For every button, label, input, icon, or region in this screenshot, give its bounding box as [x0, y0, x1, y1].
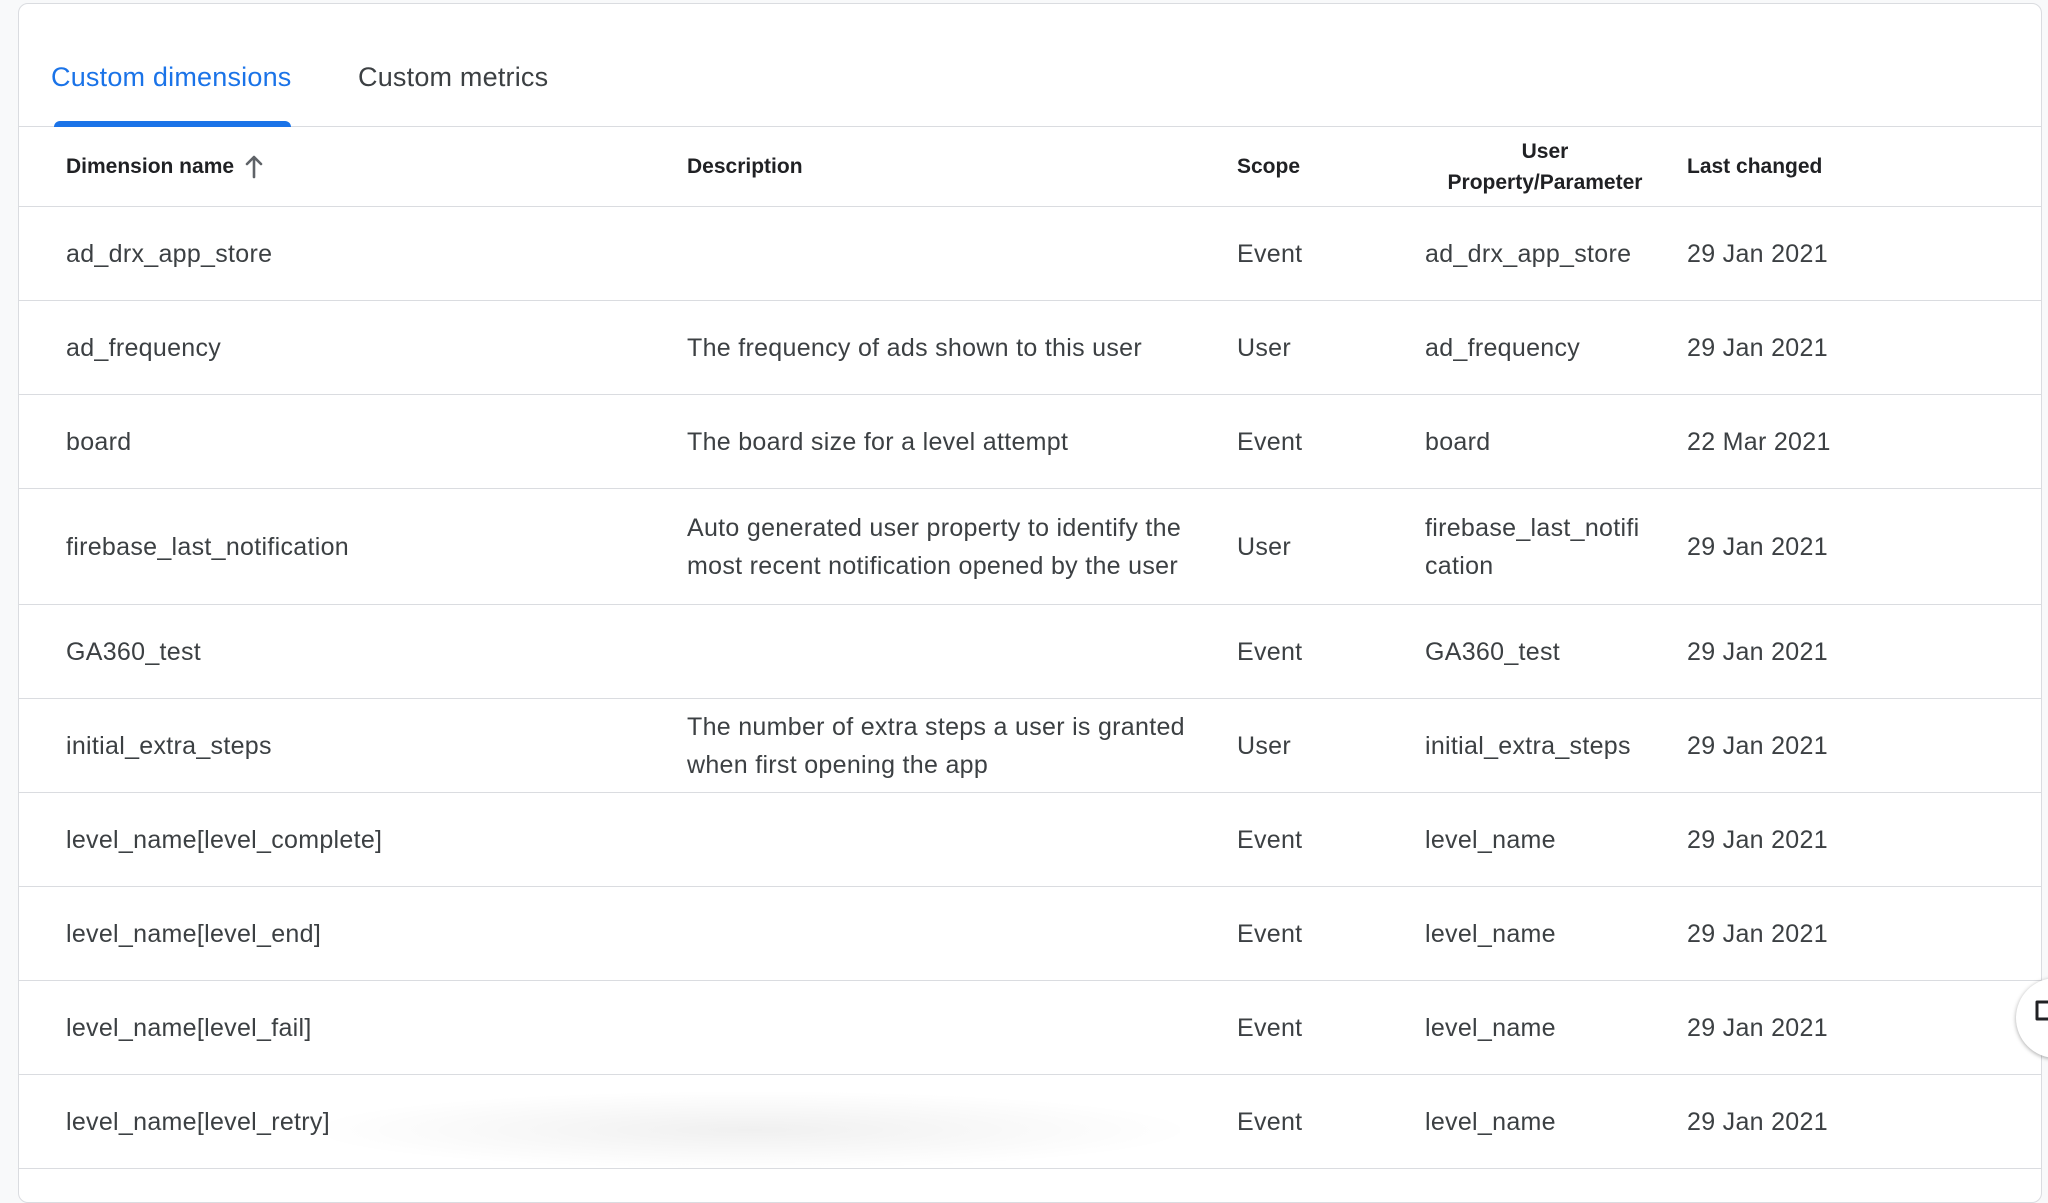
table-row[interactable]: level_name[level_complete] Event level_n… [19, 793, 2041, 887]
last-changed-cell: 29 Jan 2021 [1687, 825, 1828, 854]
table-row[interactable]: GA360_test Event GA360_test 29 Jan 2021 [19, 605, 2041, 699]
last-changed-cell: 29 Jan 2021 [1687, 532, 1828, 561]
header-dimension-name-label: Dimension name [66, 155, 235, 178]
scope-cell: User [1237, 731, 1291, 760]
scope-cell: Event [1237, 637, 1303, 666]
description-cell [687, 1075, 1207, 1168]
dimension-name-cell: level_name[level_fail] [66, 1013, 312, 1042]
tab-custom-metrics[interactable]: Custom metrics [358, 62, 548, 93]
header-description: Description [687, 155, 803, 178]
header-user-property-parameter: User Property/Parameter [1405, 127, 1685, 207]
last-changed-cell: 29 Jan 2021 [1687, 1107, 1828, 1136]
dimension-name-cell: ad_frequency [66, 333, 222, 362]
scope-cell: User [1237, 333, 1291, 362]
dimension-name-cell: initial_extra_steps [66, 731, 272, 760]
table-header: Dimension name Description Scope User Pr… [19, 127, 2041, 207]
table-row[interactable]: ad_frequency The frequency of ads shown … [19, 301, 2041, 395]
parameter-cell: level_name [1425, 1013, 1556, 1042]
arrow-up-icon [244, 155, 264, 179]
scope-cell: Event [1237, 919, 1303, 948]
parameter-cell: board [1425, 427, 1491, 456]
dimension-name-cell: firebase_last_notification [66, 532, 349, 561]
description-cell: The number of extra steps a user is gran… [687, 712, 1185, 779]
dimension-name-cell: level_name[level_retry] [66, 1107, 330, 1136]
description-cell [687, 981, 1207, 1074]
parameter-cell: level_name [1425, 1107, 1556, 1136]
last-changed-cell: 29 Jan 2021 [1687, 1013, 1828, 1042]
description-cell: The board size for a level attempt [687, 427, 1069, 456]
tab-custom-dimensions[interactable]: Custom dimensions [51, 62, 292, 93]
description-cell: The frequency of ads shown to this user [687, 333, 1142, 362]
table-row[interactable]: firebase_last_notification Auto generate… [19, 489, 2041, 605]
parameter-cell: ad_drx_app_store [1425, 239, 1632, 268]
custom-definitions-card: Custom dimensions Custom metrics Dimensi… [18, 3, 2042, 1203]
header-param-line1: User [1521, 140, 1569, 163]
description-cell [687, 207, 1207, 300]
table-row[interactable]: initial_extra_steps The number of extra … [19, 699, 2041, 793]
last-changed-cell: 29 Jan 2021 [1687, 919, 1828, 948]
description-cell [687, 887, 1207, 980]
scope-cell: Event [1237, 1013, 1303, 1042]
table-body: ad_drx_app_store Event ad_drx_app_store … [19, 207, 2041, 1169]
scope-cell: Event [1237, 239, 1303, 268]
dimension-name-cell: board [66, 427, 132, 456]
header-dimension-name[interactable]: Dimension name [66, 127, 264, 207]
table-row[interactable]: level_name[level_fail] Event level_name … [19, 981, 2041, 1075]
header-param-line2: Property/Parameter [1447, 171, 1643, 194]
feedback-icon [2034, 999, 2048, 1038]
parameter-cell: firebase_last_notification [1425, 513, 1640, 580]
table-row[interactable]: level_name[level_retry] Event level_name… [19, 1075, 2041, 1169]
header-scope: Scope [1237, 155, 1301, 178]
dimension-name-cell: ad_drx_app_store [66, 239, 273, 268]
scope-cell: Event [1237, 427, 1303, 456]
description-cell: Auto generated user property to identify… [687, 513, 1182, 580]
scope-cell: Event [1237, 825, 1303, 854]
description-cell [687, 605, 1207, 698]
dimension-name-cell: GA360_test [66, 637, 202, 666]
last-changed-cell: 29 Jan 2021 [1687, 731, 1828, 760]
scope-cell: User [1237, 532, 1291, 561]
last-changed-cell: 29 Jan 2021 [1687, 637, 1828, 666]
last-changed-cell: 29 Jan 2021 [1687, 239, 1828, 268]
parameter-cell: ad_frequency [1425, 333, 1581, 362]
table-row[interactable]: ad_drx_app_store Event ad_drx_app_store … [19, 207, 2041, 301]
description-cell [687, 793, 1207, 886]
dimension-name-cell: level_name[level_complete] [66, 825, 383, 854]
last-changed-cell: 22 Mar 2021 [1687, 427, 1831, 456]
scope-cell: Event [1237, 1107, 1303, 1136]
parameter-cell: GA360_test [1425, 637, 1561, 666]
parameter-cell: level_name [1425, 825, 1556, 854]
last-changed-cell: 29 Jan 2021 [1687, 333, 1828, 362]
parameter-cell: initial_extra_steps [1425, 731, 1631, 760]
table-row[interactable]: level_name[level_end] Event level_name 2… [19, 887, 2041, 981]
dimension-name-cell: level_name[level_end] [66, 919, 322, 948]
table-row[interactable]: board The board size for a level attempt… [19, 395, 2041, 489]
definitions-tabs: Custom dimensions Custom metrics [19, 4, 2041, 127]
header-last-changed: Last changed [1687, 155, 1823, 178]
parameter-cell: level_name [1425, 919, 1556, 948]
